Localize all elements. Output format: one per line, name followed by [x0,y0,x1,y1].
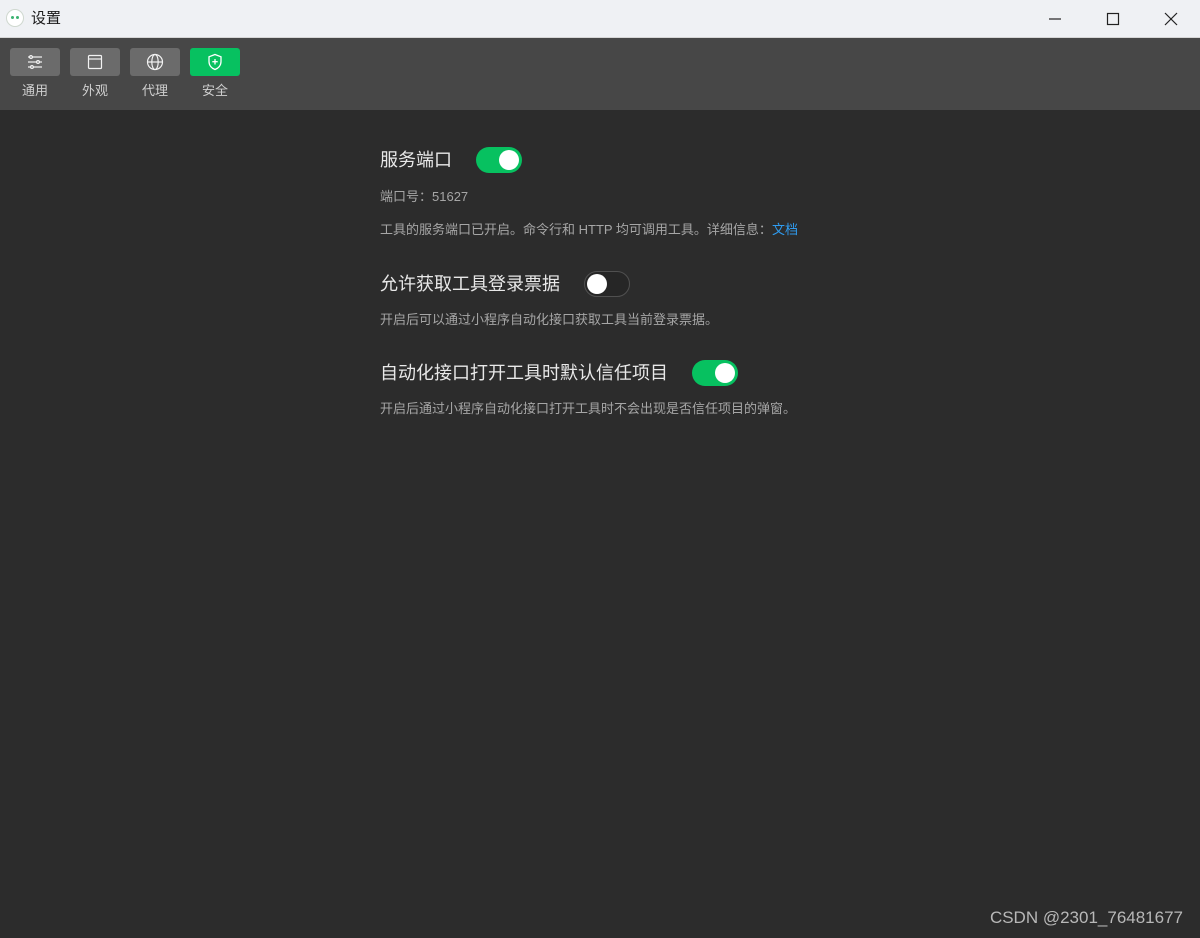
tab-appearance-button[interactable] [70,48,120,76]
sliders-icon [28,55,42,70]
watermark: CSDN @2301_76481677 [989,908,1183,927]
tab-proxy-button[interactable] [130,48,180,76]
service-port-description-text: 工具的服务端口已开启。命令行和 HTTP 均可调用工具。详细信息： [380,222,772,237]
tab-security-button[interactable] [190,48,240,76]
docs-link[interactable]: 文档 [772,222,798,237]
service-port-row: 服务端口 [380,147,522,173]
app-logo-icon [6,9,24,27]
tab-general-label: 通用 [21,83,48,98]
tab-proxy-label: 代理 [141,83,168,98]
port-number-text: 端口号：51627 [380,189,469,204]
tab-appearance-label: 外观 [81,83,108,98]
trust-project-description: 开启后通过小程序自动化接口打开工具时不会出现是否信任项目的弹窗。 [380,401,797,416]
trust-project-row: 自动化接口打开工具时默认信任项目 [380,360,738,386]
minimize-button[interactable] [1026,0,1084,38]
trust-project-title: 自动化接口打开工具时默认信任项目 [380,363,668,383]
tab-proxy[interactable]: 代理 [130,48,180,99]
allow-ticket-description: 开启后可以通过小程序自动化接口获取工具当前登录票据。 [380,312,719,327]
allow-ticket-row: 允许获取工具登录票据 [380,271,630,297]
maximize-button[interactable] [1084,0,1142,38]
minimize-icon [1049,18,1061,20]
settings-toolbar: 通用 外观 代理 安全 [0,38,1200,110]
trust-project-toggle[interactable] [692,360,738,386]
tab-appearance[interactable]: 外观 [70,48,120,99]
tab-security-label: 安全 [201,83,228,98]
close-button[interactable] [1142,0,1200,38]
service-port-description: 工具的服务端口已开启。命令行和 HTTP 均可调用工具。详细信息：文档 [380,221,798,239]
allow-ticket-title: 允许获取工具登录票据 [380,274,560,294]
service-port-toggle[interactable] [476,147,522,173]
shield-icon [208,53,222,71]
tab-general-button[interactable] [10,48,60,76]
window-title: 设置 [31,10,62,27]
window-icon [87,54,103,70]
globe-icon [146,53,164,71]
service-port-title: 服务端口 [380,150,452,170]
tab-security[interactable]: 安全 [190,48,240,99]
allow-ticket-toggle[interactable] [584,271,630,297]
tab-general[interactable]: 通用 [10,48,60,99]
maximize-icon [1106,12,1120,26]
title-bar: 设置 [0,0,1200,38]
close-icon [1164,12,1178,26]
